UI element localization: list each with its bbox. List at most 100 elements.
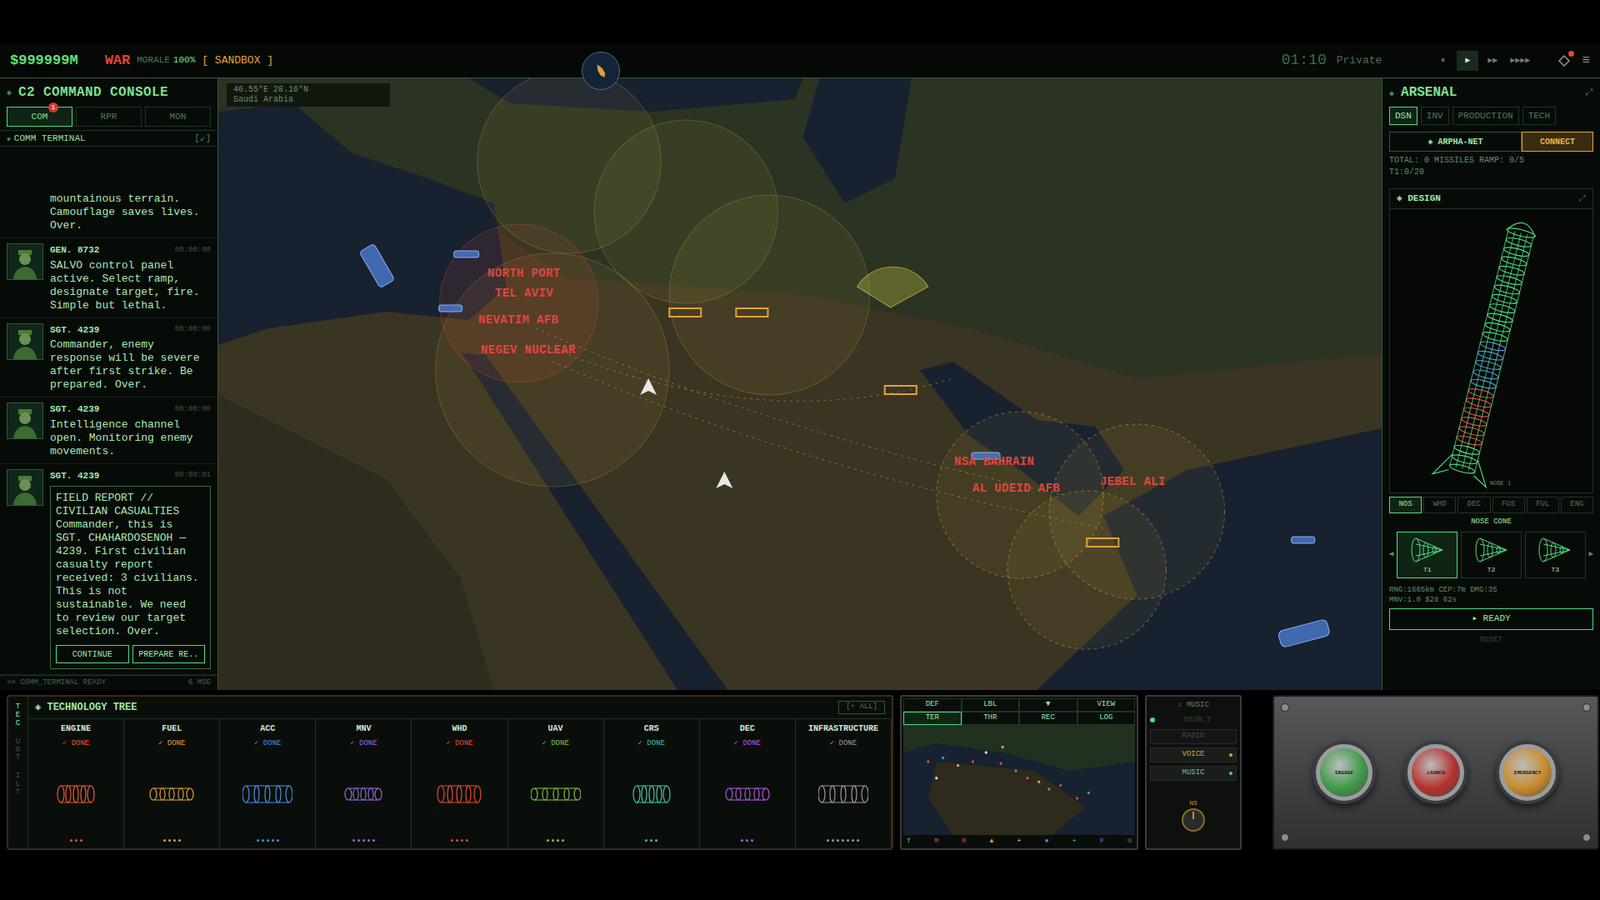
tech-part-icon <box>626 779 677 810</box>
part-tab[interactable]: ENG <box>1560 496 1594 514</box>
console-tab[interactable]: COM1 <box>6 106 73 127</box>
launch-button[interactable]: EMERGENCY <box>1495 740 1560 805</box>
minimap-subtab[interactable]: TER <box>903 711 962 725</box>
tech-part-icon <box>818 779 869 810</box>
tech-status: ✓ DONE <box>830 738 857 750</box>
part-tab[interactable]: FUL <box>1526 496 1560 514</box>
message-sender: SGT. 4239 <box>50 469 100 484</box>
legend-item[interactable]: ⊡ <box>1127 835 1132 846</box>
expand-icon[interactable]: ⤢ <box>1579 192 1586 205</box>
legend-item[interactable]: ▲ <box>989 835 994 846</box>
minimap[interactable] <box>903 725 1135 835</box>
tech-status: ✓ DONE <box>734 738 761 750</box>
menu-button[interactable]: ≡ <box>1581 50 1590 71</box>
expand-all-button[interactable]: [+ ALL] <box>838 700 885 715</box>
minimap-tab[interactable]: DEF <box>903 698 962 712</box>
tech-column[interactable]: DEC✓ DONE <box>700 719 796 849</box>
message-action-button[interactable]: PREPARE RE.. <box>132 645 206 664</box>
legend-item[interactable]: ● <box>1045 835 1050 846</box>
arsenal-tab[interactable]: DSN <box>1389 106 1418 125</box>
minimap-tab[interactable]: ▼ <box>1019 698 1078 712</box>
tech-column[interactable]: ACC✓ DONE <box>220 719 316 849</box>
map-label[interactable]: NEGEV NUCLEAR <box>480 343 576 357</box>
tech-column[interactable]: FUEL✓ DONE <box>124 719 220 849</box>
legend-item[interactable]: M <box>934 835 939 846</box>
arsenal-totals: TOTAL: 0 MISSILES RAMP: 0/5 <box>1389 155 1594 167</box>
speed-button[interactable]: ▶ <box>1456 50 1479 71</box>
console-tab[interactable]: MON <box>145 106 211 127</box>
side-tab[interactable]: URT <box>14 738 22 764</box>
nose-option[interactable]: T3 <box>1525 531 1586 579</box>
tech-name: ENGINE <box>60 722 91 735</box>
money: $999999M <box>10 50 79 72</box>
screw-icon <box>1582 703 1591 712</box>
nose-cone-icon <box>1536 535 1574 565</box>
part-tab[interactable]: NOS <box>1389 496 1422 514</box>
reset-button[interactable]: RESET <box>1389 635 1594 647</box>
minimap-subtab[interactable]: THR <box>961 711 1020 725</box>
tech-status: ✓ DONE <box>445 738 473 750</box>
side-tab[interactable]: TEC <box>14 703 22 729</box>
tech-column[interactable]: WHD✓ DONE <box>411 719 508 849</box>
map-label[interactable]: TEL AVIV <box>495 286 554 300</box>
speed-button[interactable]: ⏸ <box>1431 50 1454 71</box>
network-button[interactable]: ◈ ARPHA-NET <box>1389 131 1522 152</box>
part-tab[interactable]: DEC <box>1457 496 1490 514</box>
console-tab[interactable]: RPR <box>75 106 142 127</box>
alerts-button[interactable] <box>1556 53 1572 69</box>
nose-option[interactable]: T1 <box>1396 531 1458 579</box>
expand-icon[interactable]: ⤢ <box>1585 85 1594 100</box>
map-label[interactable]: NORTH PORT <box>487 266 561 280</box>
tech-column[interactable]: MNV✓ DONE <box>315 719 412 849</box>
speed-button[interactable]: ▶▶ <box>1481 50 1504 71</box>
arsenal-tab[interactable]: INV <box>1420 106 1450 125</box>
radio-frequency: 5530.7 <box>1158 715 1237 727</box>
tech-column[interactable]: INFRASTRUCTURE✓ DONE <box>795 719 892 849</box>
radio-button[interactable]: MUSIC <box>1150 765 1237 781</box>
radio-panel: ♪ MUSIC5530.7RADIOVOICEMUSICNS <box>1145 695 1242 850</box>
next-button[interactable]: ▶ <box>1589 549 1594 561</box>
map-label[interactable]: JEBEL ALI <box>1100 475 1166 489</box>
legend-item[interactable]: R <box>961 835 966 846</box>
part-tab[interactable]: WHD <box>1423 496 1456 514</box>
legend-item[interactable]: F <box>1100 835 1105 846</box>
volume-knob[interactable] <box>1181 808 1205 832</box>
arsenal-tab[interactable]: TECH <box>1522 106 1556 125</box>
minimap-canvas[interactable] <box>903 725 1135 835</box>
side-tab[interactable]: ILT <box>14 772 22 798</box>
minimap-subtab[interactable]: LOG <box>1077 711 1136 725</box>
legend-item[interactable]: T <box>906 835 911 846</box>
connect-button[interactable]: CONNECT <box>1521 131 1594 152</box>
map-label[interactable]: NEVATIM AFB <box>478 313 559 327</box>
map[interactable]: 46.55°E 28.16°NSaudi ArabiaNORTH PORTTEL… <box>218 78 1382 690</box>
message-action-button[interactable]: CONTINUE <box>55 645 130 664</box>
message-sender: SGT. 4239 <box>50 323 100 338</box>
arsenal-tab[interactable]: PRODUCTION <box>1452 106 1520 125</box>
message-sender: SGT. 4239 <box>50 402 100 417</box>
launch-button[interactable]: LAUNCH <box>1404 740 1468 805</box>
tech-column[interactable]: UAV✓ DONE <box>508 719 605 849</box>
radio-button[interactable]: RADIO <box>1150 729 1237 745</box>
prev-button[interactable]: ◀ <box>1389 549 1394 561</box>
minimap-tab[interactable]: VIEW <box>1077 698 1136 712</box>
hq-badge[interactable] <box>581 51 620 90</box>
missile-preview[interactable]: NOSE 1 <box>1390 209 1593 493</box>
speed-button[interactable]: ▶▶▶▶ <box>1506 50 1534 71</box>
map-label[interactable]: NSA BAHRAIN <box>954 455 1035 469</box>
tech-name: UAV <box>548 722 564 735</box>
nose-option[interactable]: T2 <box>1460 531 1522 579</box>
avatar <box>6 243 44 280</box>
legend-item[interactable]: + <box>1017 835 1022 846</box>
ready-button[interactable]: ▸ READY <box>1389 608 1594 630</box>
tech-part-icon <box>530 779 581 810</box>
map-canvas[interactable] <box>218 78 1382 690</box>
launch-button[interactable]: ENGAGE <box>1312 740 1376 805</box>
tech-column[interactable]: CRS✓ DONE <box>604 719 700 849</box>
map-label[interactable]: AL UDEID AFB <box>972 481 1060 495</box>
legend-item[interactable]: + <box>1072 835 1077 846</box>
tech-column[interactable]: ENGINE✓ DONE <box>28 719 125 849</box>
minimap-tab[interactable]: LBL <box>961 698 1020 712</box>
minimap-subtab[interactable]: REC <box>1019 711 1078 725</box>
part-tab[interactable]: FUS <box>1492 496 1525 514</box>
radio-button[interactable]: VOICE <box>1150 747 1237 763</box>
